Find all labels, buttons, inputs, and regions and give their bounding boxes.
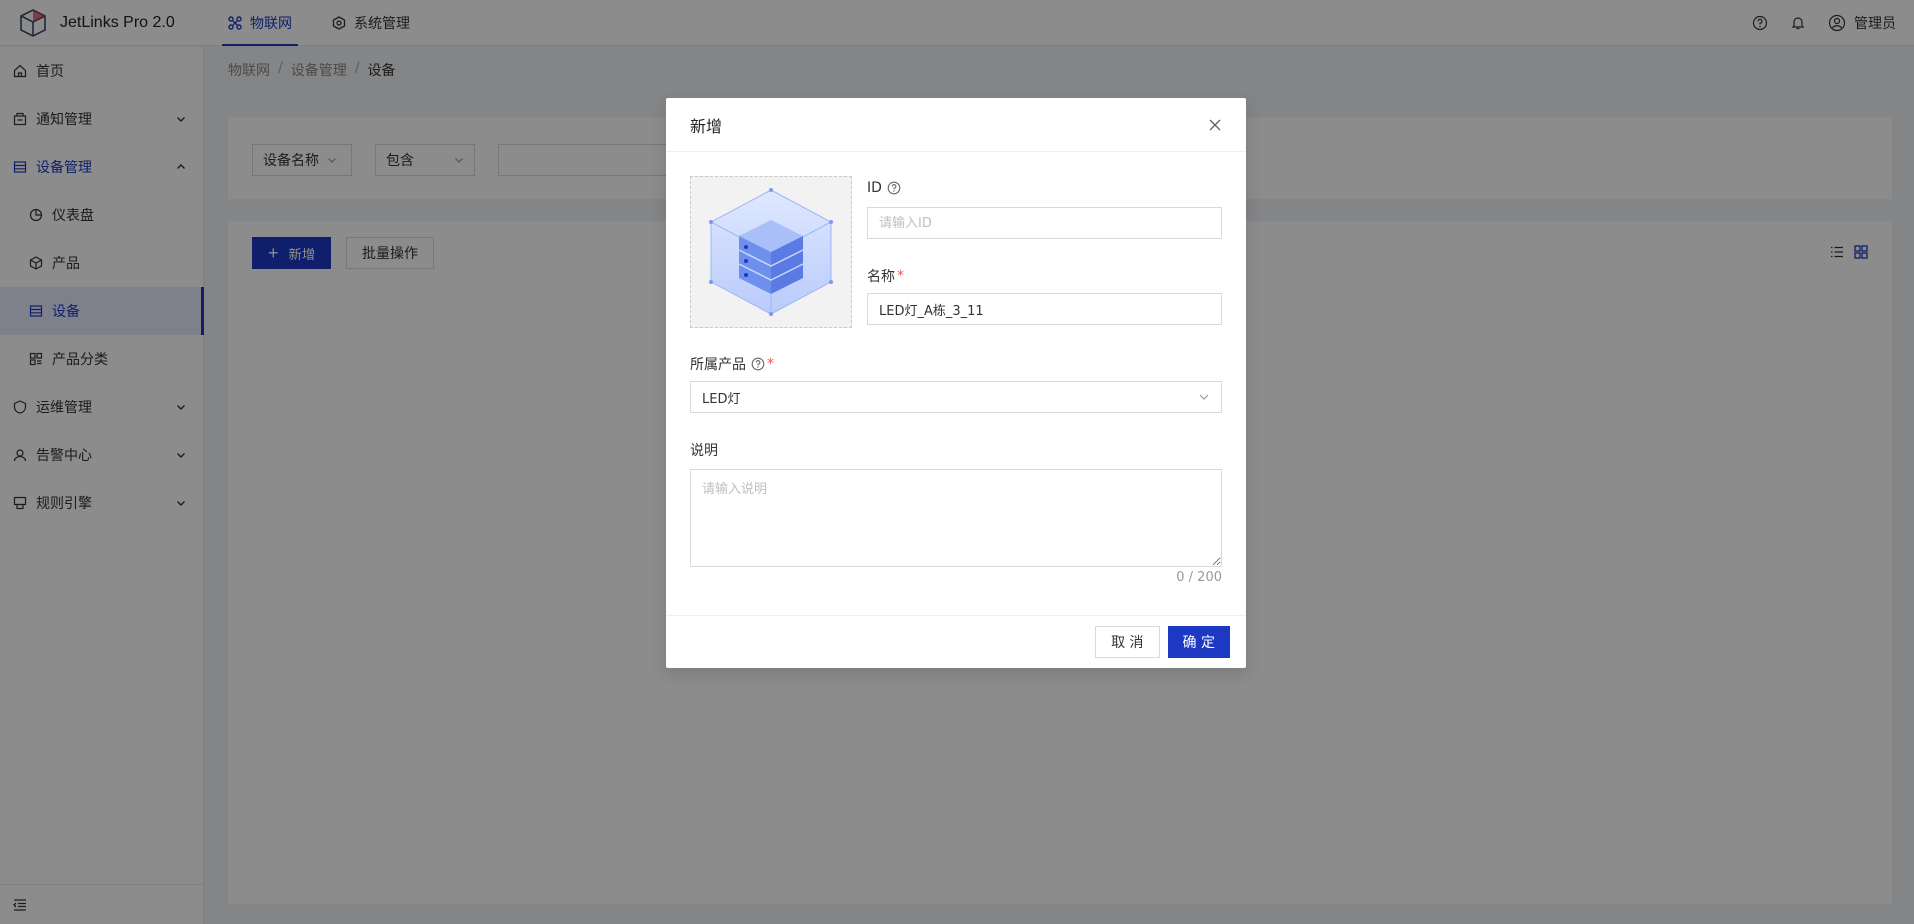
question-icon[interactable] <box>751 357 765 371</box>
confirm-button[interactable]: 确 定 <box>1167 626 1230 658</box>
close-icon[interactable] <box>1208 118 1222 132</box>
device-server-image <box>709 188 833 316</box>
required-mark: * <box>767 356 774 372</box>
modal-header: 新增 <box>666 98 1246 152</box>
desc-label-text: 说明 <box>690 443 718 459</box>
cancel-button[interactable]: 取 消 <box>1095 626 1160 658</box>
add-device-modal: 新增 ID 请输入ID 名称 * LED灯_A栋_3_11 所属产品 * LED… <box>666 98 1246 668</box>
question-icon[interactable] <box>887 181 901 195</box>
name-label: 名称 * <box>867 266 904 286</box>
chevron-down-icon <box>1198 391 1210 403</box>
required-mark: * <box>897 268 904 284</box>
name-label-text: 名称 <box>867 269 895 285</box>
product-select[interactable]: LED灯 <box>690 381 1222 413</box>
product-label-text: 所属产品 <box>690 357 746 373</box>
product-label: 所属产品 * <box>690 354 774 374</box>
char-counter: 0 / 200 <box>1176 570 1222 585</box>
id-input[interactable] <box>867 207 1222 239</box>
modal-footer: 取 消 确 定 <box>666 615 1246 668</box>
description-textarea[interactable] <box>690 469 1222 567</box>
id-label: ID <box>867 180 901 196</box>
desc-label: 说明 <box>690 440 718 460</box>
product-select-value: LED灯 <box>702 391 741 407</box>
modal-title: 新增 <box>690 116 723 136</box>
device-image-upload[interactable] <box>690 176 852 328</box>
name-input[interactable] <box>867 293 1222 325</box>
id-label-text: ID <box>867 180 882 196</box>
